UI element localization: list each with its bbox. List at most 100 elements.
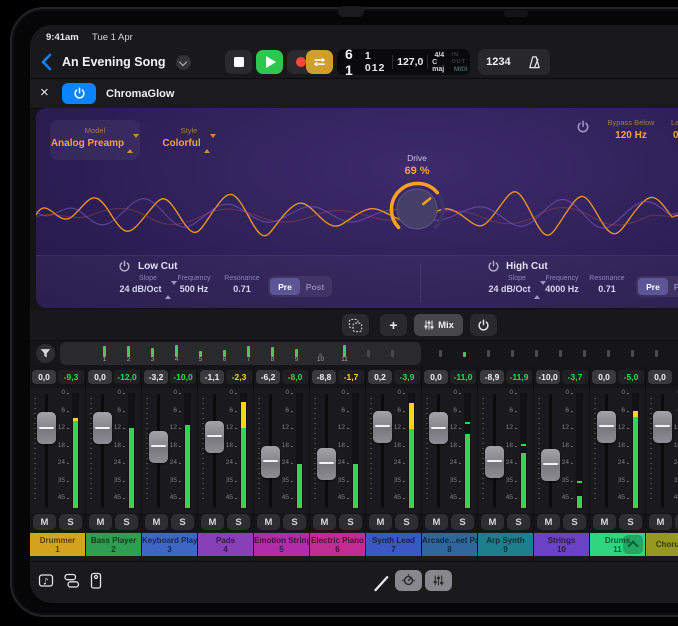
volume-value[interactable]: -8,9 <box>480 370 504 384</box>
collapse-chevron-button[interactable] <box>623 535 643 554</box>
mute-button[interactable]: M <box>593 514 616 530</box>
fader-handle[interactable] <box>37 412 56 444</box>
volume-value[interactable]: 0,0 <box>424 370 448 384</box>
count-in-button[interactable]: 1234 <box>486 56 510 68</box>
volume-value[interactable]: 0,0 <box>648 370 672 384</box>
track-name-bar[interactable]: Drummer1 <box>30 533 85 556</box>
track-name-bar[interactable]: Bass Player2 <box>86 533 141 556</box>
solo-button[interactable]: S <box>59 514 82 530</box>
fader-handle[interactable] <box>597 411 616 443</box>
drive-knob[interactable] <box>388 180 446 238</box>
mixer-power-button[interactable] <box>470 314 497 336</box>
controls-view-button[interactable] <box>395 570 422 591</box>
fader-handle[interactable] <box>653 411 672 443</box>
track-name-bar[interactable]: Chorus V <box>646 533 678 556</box>
peak-value[interactable]: -10,0 <box>170 370 196 384</box>
volume-value[interactable]: 0,0 <box>592 370 616 384</box>
pencil-icon[interactable] <box>373 574 391 592</box>
peak-value[interactable]: -5,0 <box>618 370 644 384</box>
bypass-power-icon[interactable] <box>576 120 590 134</box>
stop-button[interactable] <box>225 50 252 74</box>
close-plugin-icon[interactable]: × <box>40 83 49 103</box>
peak-value[interactable]: -3,7 <box>562 370 588 384</box>
solo-button[interactable]: S <box>227 514 250 530</box>
fader-handle[interactable] <box>149 431 168 463</box>
mute-button[interactable]: M <box>425 514 448 530</box>
peak-value[interactable]: -1,7 <box>338 370 364 384</box>
pre-segment[interactable]: Pre <box>638 278 668 295</box>
post-segment[interactable]: Post <box>300 278 330 295</box>
volume-value[interactable]: -6,2 <box>256 370 280 384</box>
fader-handle[interactable] <box>317 448 336 480</box>
high-cut-resonance[interactable]: Resonance 0.71 <box>576 275 638 294</box>
fader-handle[interactable] <box>93 412 112 444</box>
fader-handle[interactable] <box>205 421 224 453</box>
peak-value[interactable]: -12,0 <box>114 370 140 384</box>
back-button[interactable] <box>38 52 56 72</box>
fader-handle[interactable] <box>261 446 280 478</box>
peak-value[interactable]: -11,9 <box>506 370 532 384</box>
post-segment[interactable]: Post <box>668 278 678 295</box>
mute-button[interactable]: M <box>369 514 392 530</box>
low-cut-power-icon[interactable] <box>118 260 131 273</box>
peak-value[interactable]: -2,3 <box>226 370 252 384</box>
track-name-bar[interactable]: Synth Lead7 <box>366 533 421 556</box>
faders-view-button[interactable] <box>425 570 452 591</box>
track-name-bar[interactable]: Strings10 <box>534 533 589 556</box>
solo-button[interactable]: S <box>619 514 642 530</box>
fader-handle[interactable] <box>429 412 448 444</box>
track-name-bar[interactable]: Arp Synth9 <box>478 533 533 556</box>
low-cut-pre-post-toggle[interactable]: Pre Post <box>268 276 332 297</box>
track-overview-strip[interactable]: 1234567891011 <box>30 341 678 366</box>
lcd-display[interactable]: 6 1 1 012 127,0 4/4 C maj IN OUT MIDI <box>337 49 470 75</box>
track-name-bar[interactable]: Arcade...eet Pad8 <box>422 533 477 556</box>
mute-button[interactable]: M <box>145 514 168 530</box>
peak-value[interactable]: -11,0 <box>450 370 476 384</box>
volume-value[interactable]: -10,0 <box>536 370 560 384</box>
model-select[interactable]: Model Analog Preamp <box>50 120 140 160</box>
peak-value[interactable]: -9,3 <box>58 370 84 384</box>
plugins-stack-icon[interactable] <box>63 572 81 590</box>
filter-button[interactable] <box>36 344 55 363</box>
mute-button[interactable]: M <box>649 514 672 530</box>
mute-button[interactable]: M <box>537 514 560 530</box>
volume-value[interactable]: -8,8 <box>312 370 336 384</box>
solo-button[interactable]: S <box>339 514 362 530</box>
song-menu-button[interactable] <box>176 55 191 70</box>
song-title[interactable]: An Evening Song <box>62 55 165 69</box>
solo-button[interactable]: S <box>507 514 530 530</box>
level-control[interactable]: Level 0.0 <box>650 118 678 152</box>
volume-value[interactable]: -3,2 <box>144 370 168 384</box>
low-cut-resonance[interactable]: Resonance 0.71 <box>211 275 273 294</box>
metronome-icon[interactable] <box>527 55 542 70</box>
track-name-bar[interactable]: Emotion Strings5 <box>254 533 309 556</box>
track-name-bar[interactable]: Keyboard Player3 <box>142 533 197 556</box>
play-button[interactable] <box>256 50 283 74</box>
add-track-button[interactable]: + <box>380 314 407 336</box>
style-select[interactable]: Style Colorful <box>154 120 224 160</box>
mix-view-button[interactable]: Mix <box>414 314 463 336</box>
fader-handle[interactable] <box>541 449 560 481</box>
plugin-slot-icon[interactable] <box>87 572 105 590</box>
track-name-bar[interactable]: Drums11 <box>590 533 645 556</box>
solo-button[interactable]: S <box>115 514 138 530</box>
mute-button[interactable]: M <box>201 514 224 530</box>
loop-browser-icon[interactable]: ♪ <box>38 572 56 590</box>
volume-value[interactable]: 0,0 <box>88 370 112 384</box>
volume-value[interactable]: 0,0 <box>32 370 56 384</box>
track-name-bar[interactable]: Electric Piano6 <box>310 533 365 556</box>
cycle-region-button[interactable] <box>342 314 369 336</box>
solo-button[interactable]: S <box>171 514 194 530</box>
mute-button[interactable]: M <box>257 514 280 530</box>
pre-segment[interactable]: Pre <box>270 278 300 295</box>
volume-value[interactable]: -1,1 <box>200 370 224 384</box>
cycle-button[interactable] <box>306 50 333 74</box>
mute-button[interactable]: M <box>481 514 504 530</box>
high-cut-pre-post-toggle[interactable]: Pre Post <box>636 276 678 297</box>
fader-handle[interactable] <box>485 446 504 478</box>
mute-button[interactable]: M <box>313 514 336 530</box>
solo-button[interactable]: S <box>563 514 586 530</box>
peak-value[interactable]: -8,0 <box>282 370 308 384</box>
volume-value[interactable]: 0,2 <box>368 370 392 384</box>
high-cut-power-icon[interactable] <box>487 260 500 273</box>
